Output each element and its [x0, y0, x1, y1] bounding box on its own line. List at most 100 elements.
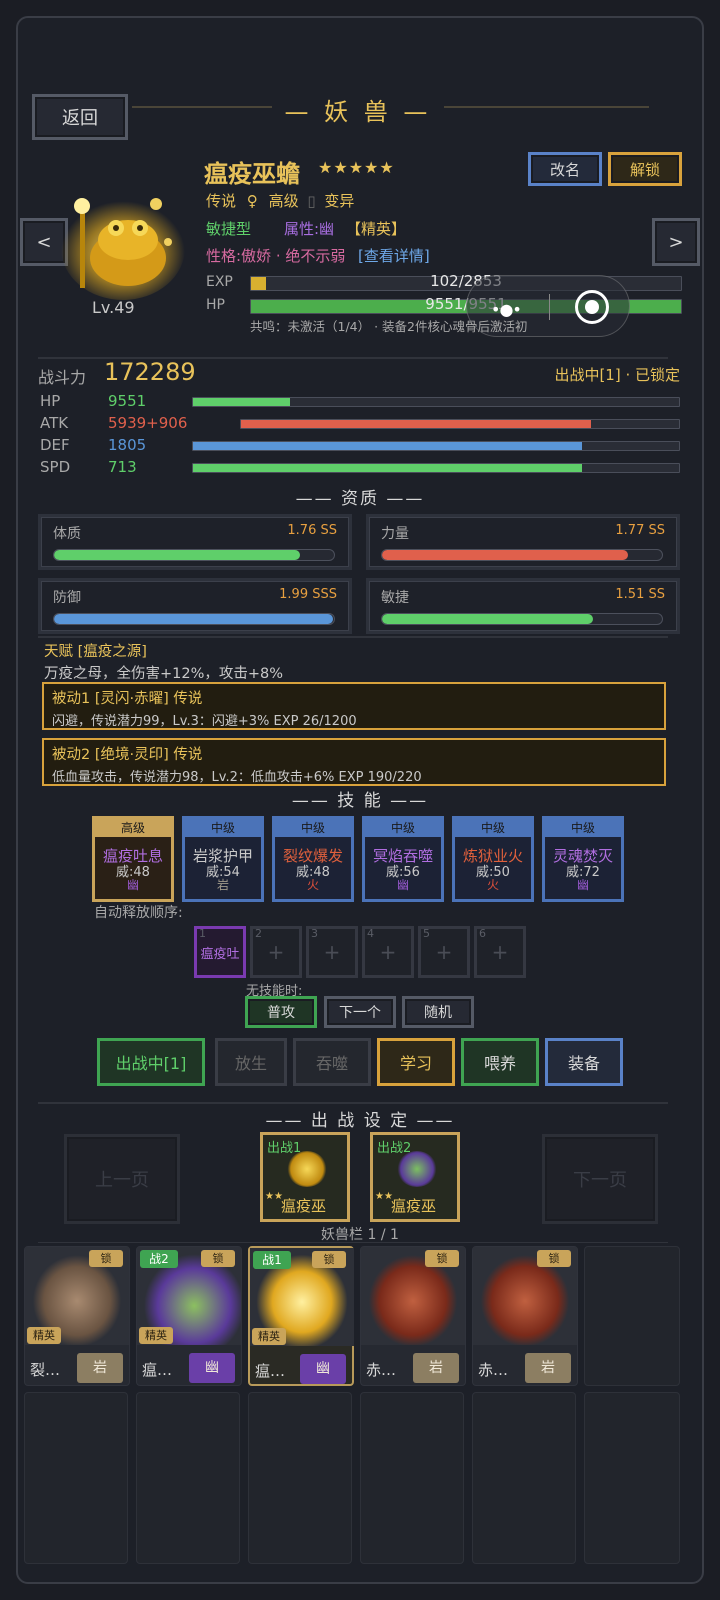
gender-icon: ♀ [246, 192, 258, 210]
stat-value: 713 [108, 458, 137, 476]
next-page-button[interactable]: 下一页 [542, 1134, 658, 1224]
lock-badge[interactable]: 锁 [89, 1250, 123, 1267]
lock-badge[interactable]: 锁 [537, 1250, 571, 1267]
auto-order-slot[interactable]: 6 + [474, 926, 526, 978]
back-button[interactable]: 返回 [32, 94, 128, 140]
battle-slot-name: 瘟疫巫 [281, 1197, 327, 1215]
passive-skill-1[interactable]: 被动1 [灵闪·赤曜] 传说 闪避，传说潜力99，Lv.3：闪避+3% EXP … [42, 682, 666, 730]
empty-roster-slot[interactable] [248, 1392, 352, 1564]
elite-badge: 精英 [139, 1327, 173, 1344]
aptitude-bar-fill [54, 614, 333, 624]
auto-order-slot[interactable]: 3 + [306, 926, 358, 978]
aptitude-label: 防御 [53, 590, 81, 606]
stat-bar [192, 463, 680, 473]
lock-badge[interactable]: 锁 [425, 1250, 459, 1267]
talent-title: 天赋 [瘟疫之源] [44, 644, 147, 660]
lock-badge[interactable]: 锁 [312, 1251, 346, 1268]
roster-card[interactable]: 锁精英 战2 瘟… 幽 [136, 1246, 242, 1386]
unlock-button[interactable]: 解锁 [608, 152, 682, 186]
combat-power-label: 战斗力 [38, 368, 87, 387]
stat-bar [240, 419, 680, 429]
header-line-left [132, 106, 272, 108]
empty-roster-slot[interactable] [360, 1392, 464, 1564]
roster-name: 裂… [30, 1361, 61, 1379]
skill-card[interactable]: 中级 灵魂焚灭 威:72 幽 [542, 816, 624, 902]
stat-bar-fill [193, 464, 582, 472]
inventory-label: 妖兽栏 1 / 1 [321, 1227, 399, 1243]
skill-element: 岩 [216, 878, 229, 892]
pet-name: 瘟疫巫蟾 [204, 160, 300, 188]
slot-number: 3 [311, 927, 318, 940]
pet-portrait [58, 180, 188, 300]
skill-card[interactable]: 中级 冥焰吞噬 威:56 幽 [362, 816, 444, 902]
roster-card[interactable]: 锁精英 战1 瘟… 幽 [248, 1246, 354, 1386]
auto-order-slot[interactable]: 5 + [418, 926, 470, 978]
skill-element: 幽 [396, 878, 409, 892]
skill-name: 灵魂焚灭 [552, 847, 613, 865]
divider-3 [38, 1102, 668, 1104]
empty-roster-slot[interactable] [24, 1392, 128, 1564]
skill-name: 裂纹爆发 [282, 847, 343, 865]
battle-slot-2[interactable]: 出战2 ★★ 瘟疫巫 [370, 1132, 460, 1222]
prev-page-button[interactable]: 上一页 [64, 1134, 180, 1224]
empty-roster-slot[interactable] [136, 1392, 240, 1564]
rename-button[interactable]: 改名 [528, 152, 602, 186]
feed-button[interactable]: 喂养 [461, 1038, 539, 1086]
divider [549, 294, 550, 320]
fallback-next-button[interactable]: 下一个 [324, 996, 396, 1028]
auto-order-slot[interactable]: 4 + [362, 926, 414, 978]
next-pet-button[interactable]: > [652, 218, 700, 266]
aptitude-bar [53, 613, 335, 625]
aptitude-bar [53, 549, 335, 561]
add-icon: + [435, 940, 453, 964]
elite-badge: 精英 [252, 1328, 286, 1345]
roster-card[interactable]: 锁精英 裂… 岩 [24, 1246, 130, 1386]
aptitude-box: 力量 1.77 SS [366, 514, 680, 570]
element-badge: 幽 [189, 1353, 235, 1383]
skill-element: 火 [486, 878, 499, 892]
element-badge: 岩 [77, 1353, 123, 1383]
skill-card[interactable]: 中级 岩浆护甲 威:54 岩 [182, 816, 264, 902]
pet-type: 敏捷型 [206, 220, 252, 238]
roster-name: 瘟… [255, 1362, 286, 1380]
passive-skill-2[interactable]: 被动2 [绝境·灵印] 传说 低血量攻击，传说潜力98，Lv.2：低血攻击+6%… [42, 738, 666, 786]
lock-badge[interactable]: 锁 [201, 1250, 235, 1267]
fallback-attack-button[interactable]: 普攻 [245, 996, 317, 1028]
aptitude-value: 1.99 SSS [279, 587, 337, 602]
roster-card[interactable]: 锁赤… 岩 [360, 1246, 466, 1386]
skill-card[interactable]: 中级 炼狱业火 威:50 火 [452, 816, 534, 902]
passive-desc: 闪避，传说潜力99，Lv.3：闪避+3% EXP 26/1200 [52, 714, 357, 729]
add-icon: + [267, 940, 285, 964]
element-badge: 岩 [413, 1353, 459, 1383]
empty-roster-slot[interactable] [472, 1392, 576, 1564]
hp-label: HP [206, 297, 225, 313]
deploy-button[interactable]: 出战中[1] [97, 1038, 205, 1086]
skill-name: 冥焰吞噬 [372, 847, 433, 865]
devour-button[interactable]: 吞噬 [293, 1038, 371, 1086]
skill-tier: 中级 [455, 819, 531, 837]
roster-card[interactable]: 锁赤… 岩 [472, 1246, 578, 1386]
learn-button[interactable]: 学习 [377, 1038, 455, 1086]
skill-card[interactable]: 中级 裂纹爆发 威:48 火 [272, 816, 354, 902]
stat-value: 1805 [108, 436, 147, 454]
equip-button[interactable]: 装备 [545, 1038, 623, 1086]
aptitude-value: 1.76 SS [287, 523, 337, 538]
skill-card[interactable]: 高级 瘟疫吐息 威:48 幽 [92, 816, 174, 902]
battle-slot-1[interactable]: 出战1 ★★ 瘟疫巫 [260, 1132, 350, 1222]
aptitude-title: —— 资质 —— [295, 489, 425, 509]
close-target-icon[interactable] [575, 290, 609, 324]
release-button[interactable]: 放生 [215, 1038, 287, 1086]
fallback-random-button[interactable]: 随机 [402, 996, 474, 1028]
empty-roster-slot[interactable] [584, 1246, 680, 1386]
detail-link[interactable]: [查看详情] [358, 245, 430, 266]
stat-value: 5939+906 [108, 414, 188, 432]
empty-roster-slot[interactable] [584, 1392, 680, 1564]
pet-tags: 传说 ♀ 高级 ▯ 变异 [206, 190, 354, 211]
battle-status: 出战中[1] · 已锁定 [554, 366, 680, 384]
auto-order-slot[interactable]: 1 瘟疫吐 [194, 926, 246, 978]
element-badge: 幽 [300, 1354, 346, 1384]
toad-icon [397, 1151, 437, 1187]
stat-bar [192, 397, 680, 407]
auto-order-slot[interactable]: 2 + [250, 926, 302, 978]
toad-sprite-icon [61, 196, 185, 300]
